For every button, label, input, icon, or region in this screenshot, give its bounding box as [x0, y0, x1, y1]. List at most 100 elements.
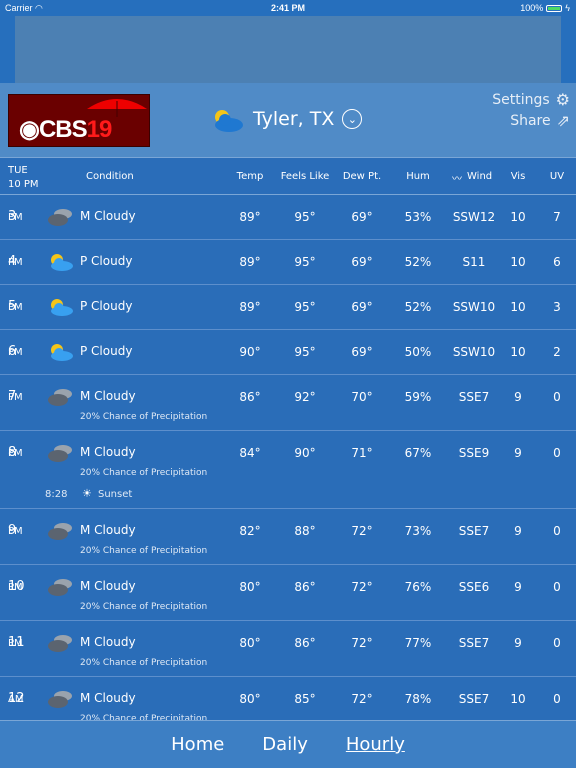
partly-cloudy-icon	[215, 110, 243, 132]
hour: 9 PM	[8, 523, 23, 538]
uv-value: 6	[553, 255, 561, 269]
chevron-down-icon[interactable]: ⌄	[342, 109, 363, 129]
mostly-cloudy-icon	[46, 689, 74, 709]
table-row[interactable]: 9 PM M Cloudy 20% Chance of Precipitation 8…	[0, 509, 576, 565]
hourly-list[interactable]: 3 PM M Cloudy 89° 95° 69° 53% SSW12 10 7 4 PM P Cl…	[0, 195, 576, 720]
feels-value: 90°	[294, 446, 316, 460]
col-condition: Condition	[86, 171, 134, 182]
uv-value: 0	[553, 692, 561, 706]
location-selector[interactable]: Tyler, TX ⌄	[207, 105, 363, 133]
mostly-cloudy-icon	[46, 207, 74, 227]
hour: 3 PM	[8, 209, 23, 224]
hum-value: 52%	[404, 300, 432, 314]
condition: M Cloudy	[80, 445, 136, 459]
col-humidity: Hum	[406, 171, 430, 182]
nav-hourly[interactable]: Hourly	[346, 734, 405, 755]
battery-icon	[546, 4, 563, 12]
temp-value: 89°	[239, 210, 261, 224]
wind-icon: 〰	[452, 174, 462, 185]
day-label: TUE	[8, 165, 28, 176]
charging-icon: ϟ	[565, 3, 570, 13]
partly-cloudy-icon	[46, 252, 74, 272]
dew-value: 70°	[351, 390, 373, 404]
clock: 2:41 PM	[270, 3, 305, 13]
hour: 5 PM	[8, 299, 23, 314]
dew-value: 69°	[351, 345, 373, 359]
hour: 6 PM	[8, 344, 23, 359]
uv-value: 7	[553, 210, 561, 224]
feels-value: 95°	[294, 255, 316, 269]
hour: 12 AM	[8, 691, 25, 706]
temp-value: 89°	[239, 255, 261, 269]
uv-value: 0	[553, 524, 561, 538]
hum-value: 52%	[404, 255, 432, 269]
table-row[interactable]: 7 PM M Cloudy 20% Chance of Precipitation 8…	[0, 375, 576, 431]
time-label: 10 PM	[8, 179, 39, 190]
feels-value: 88°	[294, 524, 316, 538]
condition: M Cloudy	[80, 523, 136, 537]
condition: M Cloudy	[80, 389, 136, 403]
cbs19-logo: ◉CBS19	[8, 94, 150, 147]
temp-value: 80°	[239, 636, 261, 650]
temp-value: 89°	[239, 300, 261, 314]
temp-value: 80°	[239, 692, 261, 706]
uv-value: 0	[553, 446, 561, 460]
hum-value: 73%	[404, 524, 432, 538]
nav-home[interactable]: Home	[171, 734, 224, 755]
temp-value: 82°	[239, 524, 261, 538]
ad-banner[interactable]	[15, 16, 561, 83]
uv-value: 0	[553, 390, 561, 404]
share-button[interactable]: Share ⇗	[510, 111, 570, 130]
table-row[interactable]: 5 PM P Cloudy 89° 95° 69° 52% SSW10 10 3	[0, 285, 576, 330]
hum-value: 59%	[404, 390, 432, 404]
battery: 100% ϟ	[520, 3, 570, 13]
dew-value: 72°	[351, 580, 373, 594]
nav-daily[interactable]: Daily	[262, 734, 308, 755]
precip-chance: 20% Chance of Precipitation	[80, 468, 208, 478]
dew-value: 72°	[351, 636, 373, 650]
precip-chance: 20% Chance of Precipitation	[80, 658, 208, 668]
condition: M Cloudy	[80, 579, 136, 593]
settings-button[interactable]: Settings ⚙	[492, 90, 570, 109]
temp-value: 84°	[239, 446, 261, 460]
share-icon: ⇗	[556, 111, 570, 130]
feels-value: 86°	[294, 580, 316, 594]
table-row[interactable]: 12 AM M Cloudy 20% Chance of Precipitation…	[0, 677, 576, 720]
mostly-cloudy-icon	[46, 387, 74, 407]
table-row[interactable]: 3 PM M Cloudy 89° 95° 69° 53% SSW12 10 7	[0, 195, 576, 240]
status-bar: Carrier ◠ 2:41 PM 100% ϟ	[0, 0, 576, 16]
partly-cloudy-icon	[46, 342, 74, 362]
table-row[interactable]: 10 PM M Cloudy 20% Chance of Precipitation…	[0, 565, 576, 621]
hour: 8 PM	[8, 445, 23, 460]
mostly-cloudy-icon	[46, 633, 74, 653]
temp-value: 90°	[239, 345, 261, 359]
feels-value: 95°	[294, 300, 316, 314]
table-header: TUE 10 PM Condition Temp Feels Like Dew …	[0, 157, 576, 195]
gear-icon: ⚙	[555, 90, 570, 109]
hour: 10 PM	[8, 579, 25, 594]
dew-value: 69°	[351, 300, 373, 314]
ad-band	[0, 16, 576, 83]
table-row[interactable]: 8 PM M Cloudy 20% Chance of Precipitation 8…	[0, 431, 576, 509]
condition: P Cloudy	[80, 299, 133, 313]
hour: 11 PM	[8, 635, 25, 650]
hour: 7 PM	[8, 389, 23, 404]
mostly-cloudy-icon	[46, 577, 74, 597]
dew-value: 72°	[351, 524, 373, 538]
partly-cloudy-icon	[46, 297, 74, 317]
uv-value: 2	[553, 345, 561, 359]
precip-chance: 20% Chance of Precipitation	[80, 412, 208, 422]
table-row[interactable]: 6 PM P Cloudy 90° 95° 69° 50% SSW10 10 2	[0, 330, 576, 375]
hum-value: 53%	[404, 210, 432, 224]
bottom-nav: Home Daily Hourly	[0, 720, 576, 768]
feels-value: 95°	[294, 345, 316, 359]
hum-value: 77%	[404, 636, 432, 650]
feels-value: 85°	[294, 692, 316, 706]
col-uv: UV	[549, 171, 565, 182]
condition: P Cloudy	[80, 344, 133, 358]
dew-value: 69°	[351, 255, 373, 269]
table-row[interactable]: 11 PM M Cloudy 20% Chance of Precipitation…	[0, 621, 576, 677]
feels-value: 86°	[294, 636, 316, 650]
event-time: 8:28	[45, 489, 68, 500]
table-row[interactable]: 4 PM P Cloudy 89° 95° 69° 52% S11 10 6	[0, 240, 576, 285]
